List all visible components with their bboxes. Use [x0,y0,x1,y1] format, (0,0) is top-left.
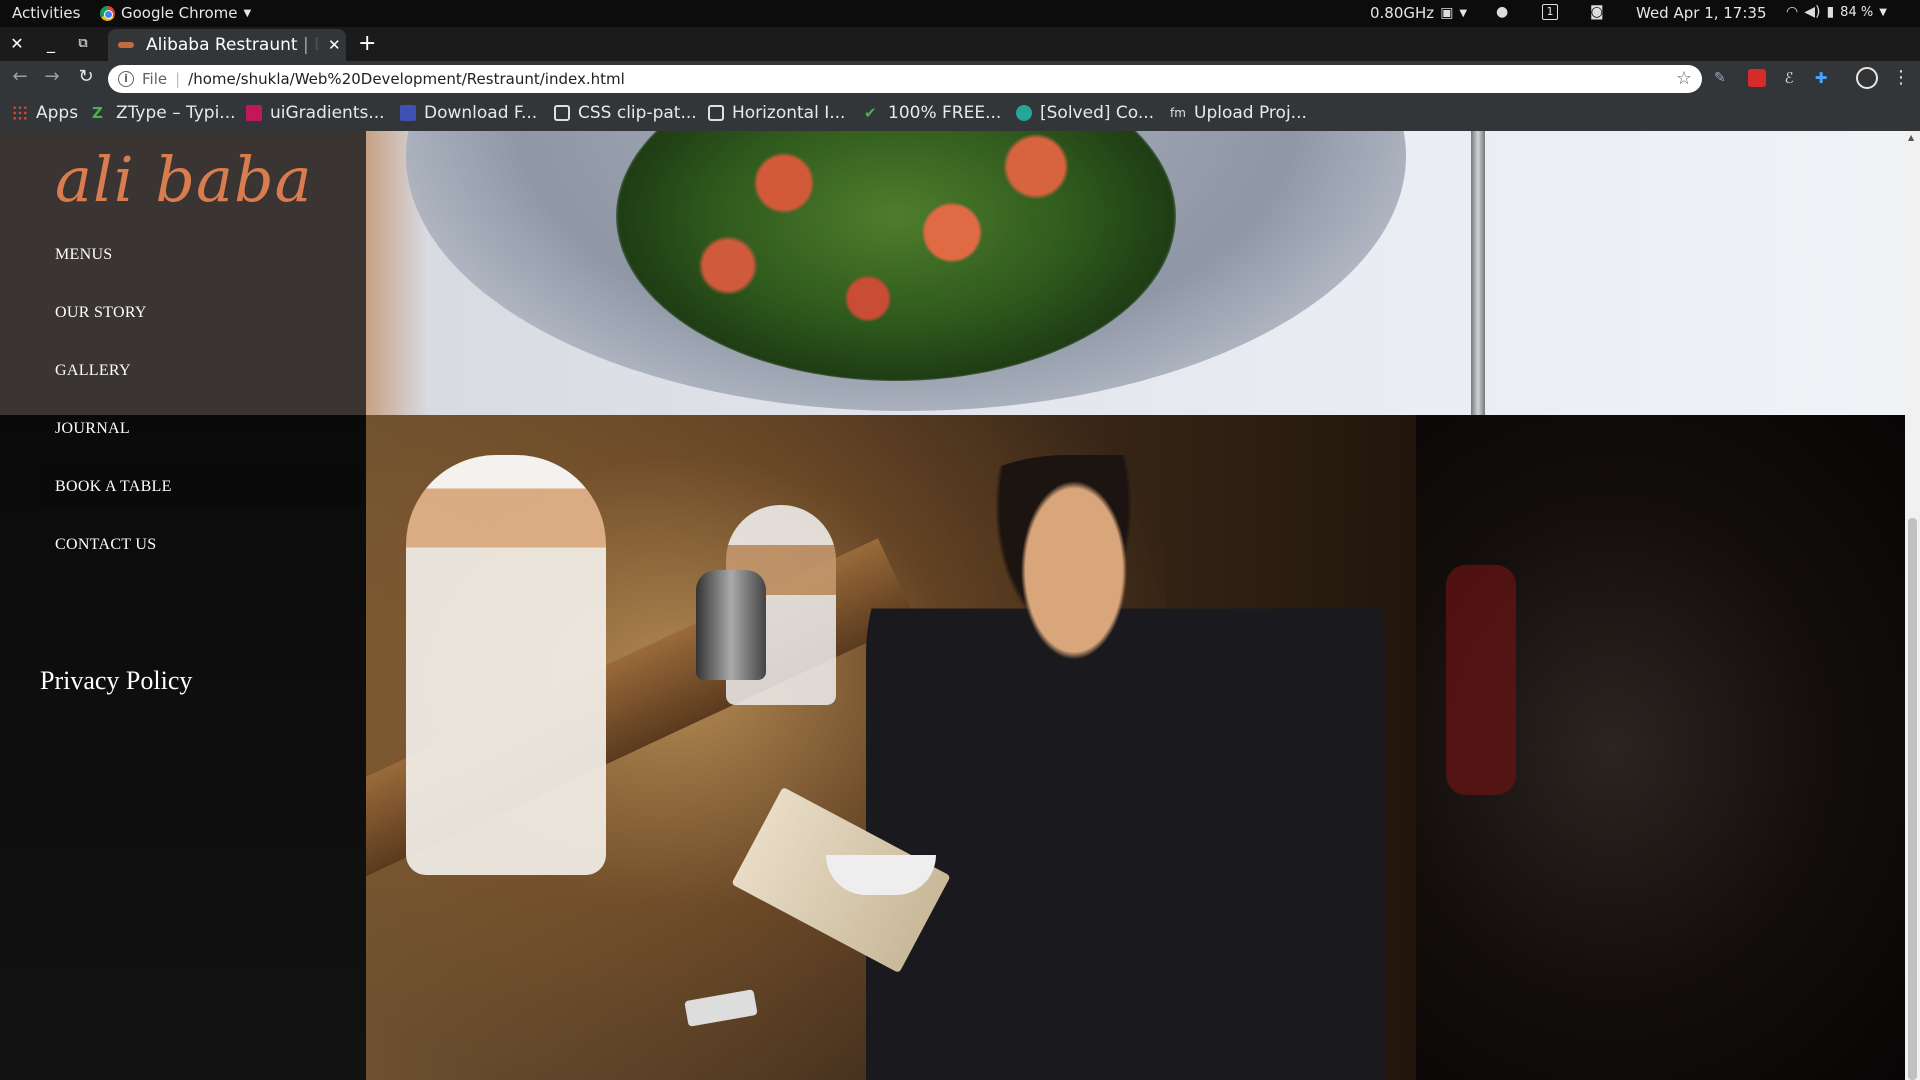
forward-button[interactable]: → [40,66,64,87]
scrollbar-thumb[interactable] [1908,518,1917,1080]
volume-icon: ◀) [1804,4,1821,20]
battery-icon: ▮ [1826,4,1835,20]
bookmark-label: Horizontal I... [732,103,846,123]
site-info-icon[interactable]: i [118,71,134,87]
uigradients-icon [246,105,262,121]
clip-path-icon [554,105,570,121]
new-tab-button[interactable]: + [358,31,376,56]
url-separator: | [175,70,181,88]
bookmark-apps[interactable]: Apps [12,103,78,123]
bookmark-upload[interactable]: fm Upload Proj... [1170,103,1307,123]
codepen-icon [708,105,724,121]
camera-icon: ◙ [1590,4,1604,20]
mail-notifier-icon: ● [1496,4,1509,20]
bookmarks-bar: Apps Z ZType – Typi... uiGradients... Do… [0,96,1920,131]
profile-avatar[interactable] [1856,67,1878,89]
reload-button[interactable]: ↻ [74,66,98,87]
tab-strip: ✕ _ ⧉ Alibaba Restraunt | Be ✕ + [0,27,1920,61]
bookmark-label: Upload Proj... [1194,103,1307,123]
close-tab-icon[interactable]: ✕ [328,36,341,54]
mail-indicator[interactable]: ● [1496,4,1508,20]
nav-contact-us[interactable]: CONTACT US [40,522,360,567]
more-menu-icon[interactable]: ⋮ [1892,69,1910,87]
tab-alibaba[interactable]: Alibaba Restraunt | Be ✕ [108,29,346,61]
clock-label: Wed Apr 1, 17:35 [1636,4,1767,22]
site-sidebar: ali baba MENUS OUR STORY GALLERY JOURNAL… [0,131,366,1080]
app-menu[interactable]: Google Chrome ▼ [100,4,251,22]
restore-window-icon[interactable]: ⧉ [72,33,94,55]
system-menu[interactable]: ◠ ◀) ▮ 84 % ▼ [1786,4,1887,20]
scroll-up-icon[interactable]: ▲ [1908,133,1914,142]
bookmark-ztype[interactable]: Z ZType – Typi... [92,103,236,123]
bookmark-label: uiGradients... [270,103,385,123]
cpu-indicator[interactable]: 0.80GHz ▣ ▼ [1370,4,1467,22]
bookmark-label: ZType – Typi... [116,103,236,123]
kettle-shape [696,570,766,680]
tab-title: Alibaba Restraunt | Be [146,35,320,55]
cpu-frequency: 0.80GHz [1370,4,1435,22]
pen-extension-icon[interactable]: ✎ [1714,69,1732,87]
address-bar[interactable]: i File | /home/shukla/Web%20Development/… [108,65,1702,93]
restaurant-counter-photo [366,415,1905,1080]
activities-button[interactable]: Activities [12,4,80,22]
bookmark-star-icon[interactable]: ☆ [1676,68,1692,89]
os-top-bar: Activities Google Chrome ▼ 0.80GHz ▣ ▼ ●… [0,0,1920,27]
battery-label: 84 % [1840,4,1874,20]
bookmark-clip-path[interactable]: CSS clip-pat... [554,103,697,123]
back-button[interactable]: ← [8,66,32,87]
url-text[interactable]: /home/shukla/Web%20Development/Restraunt… [188,70,625,88]
site-logo[interactable]: ali baba [55,143,313,216]
nav-book-a-table[interactable]: BOOK A TABLE [40,464,360,509]
wifi-icon: ◠ [1786,4,1799,20]
bookmark-solved[interactable]: [Solved] Co... [1016,103,1154,123]
grammar-extension-icon[interactable]: ℰ [1780,69,1798,87]
ztype-icon: Z [92,104,103,122]
nav-menus[interactable]: MENUS [40,232,360,277]
diner-shape [866,455,1386,1080]
activities-label: Activities [12,4,81,22]
bookmark-label: Download F... [424,103,538,123]
knife-shape [1471,131,1485,415]
red-extension-icon[interactable] [1748,69,1766,87]
chef-shape [406,455,606,875]
bookmark-uigradients[interactable]: uiGradients... [246,103,385,123]
workspace-number: 1 [1542,4,1558,20]
close-window-icon[interactable]: ✕ [6,33,28,55]
bookmark-label: CSS clip-pat... [578,103,697,123]
chevron-down-icon: ▼ [1459,7,1468,19]
blue-extension-icon[interactable]: ✚ [1812,69,1830,87]
tabbouleh-photo [366,131,1905,415]
cpu-icon: ▣ [1440,5,1454,21]
bookmark-download[interactable]: Download F... [400,103,537,123]
chrome-icon [100,5,115,21]
bookmark-label: Apps [36,103,79,123]
bookmark-label: 100% FREE... [888,103,1002,123]
nav-gallery[interactable]: GALLERY [40,348,360,393]
bookmark-horizontal[interactable]: Horizontal I... [708,103,845,123]
screenshot-indicator[interactable]: ◙ [1590,4,1604,20]
sidebar-bottom-panel [0,415,366,1080]
download-icon [400,105,416,121]
red-coat-shape [1446,565,1516,795]
browser-toolbar: ← → ↻ i File | /home/shukla/Web%20Develo… [0,61,1920,96]
bookmark-free[interactable]: ✔ 100% FREE... [864,103,1001,123]
clock[interactable]: Wed Apr 1, 17:35 [1636,4,1767,22]
nav-journal[interactable]: JOURNAL [40,406,360,451]
upload-icon: fm [1170,106,1186,120]
site-favicon-icon [118,42,134,48]
solved-icon [1016,105,1032,121]
apps-grid-icon [12,105,28,121]
page-viewport: ali baba MENUS OUR STORY GALLERY JOURNAL… [0,131,1905,1080]
bookmark-label: [Solved] Co... [1040,103,1155,123]
nav-our-story[interactable]: OUR STORY [40,290,360,335]
chevron-down-icon: ▼ [1879,6,1887,18]
privacy-policy-link[interactable]: Privacy Policy [40,666,192,696]
minimize-window-icon[interactable]: _ [40,33,62,55]
workspace-indicator[interactable]: 1 [1542,4,1558,20]
free-icon: ✔ [864,104,877,122]
app-menu-label: Google Chrome [121,4,238,22]
chevron-down-icon: ▼ [243,7,252,19]
url-scheme: File [142,70,168,88]
